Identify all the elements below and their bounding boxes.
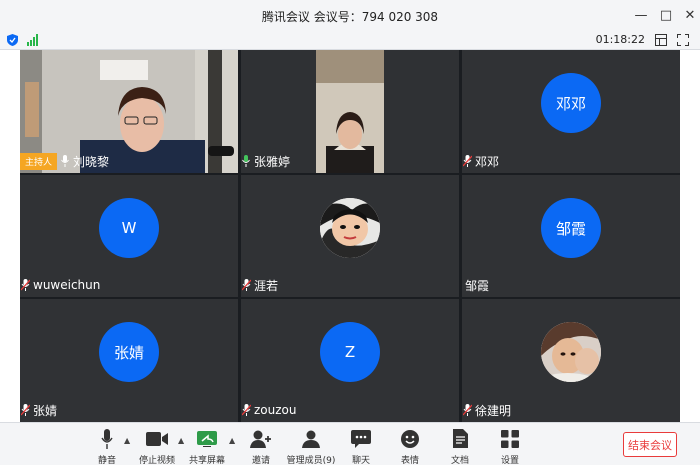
- participant-label: 邹霞: [465, 276, 489, 294]
- invite-label: 邀请: [251, 456, 270, 466]
- chat-label: 聊天: [351, 456, 370, 466]
- participant-tile[interactable]: W wuweichun: [20, 175, 238, 297]
- muted-microphone-icon: [241, 403, 251, 417]
- participant-label: 涯若: [241, 276, 278, 294]
- participant-name: zouzou: [254, 403, 297, 417]
- muted-microphone-icon: [20, 403, 30, 417]
- signal-icon[interactable]: [27, 34, 38, 46]
- participant-label: 张雅婷: [241, 152, 290, 170]
- fullscreen-icon[interactable]: [677, 34, 689, 46]
- manage-members-button[interactable]: 管理成员(9): [286, 428, 336, 466]
- shield-icon[interactable]: [7, 34, 18, 46]
- meeting-timer: 01:18:22: [595, 33, 645, 46]
- participant-name: 涯若: [254, 278, 279, 293]
- muted-microphone-icon: [20, 278, 30, 292]
- close-button[interactable]: ✕: [681, 6, 699, 24]
- participant-avatar: W: [99, 198, 159, 258]
- manage-members-label: 管理成员(9): [286, 456, 336, 466]
- participant-avatar: Z: [320, 322, 380, 382]
- maximize-button[interactable]: □: [657, 6, 675, 24]
- status-bar: 01:18:22: [0, 30, 700, 50]
- participant-avatar: 邹霞: [541, 198, 601, 258]
- documents-button[interactable]: 文档: [435, 428, 485, 466]
- participant-avatar: 邓邓: [541, 73, 601, 133]
- people-icon: [286, 428, 336, 449]
- grid-settings-icon: [485, 428, 535, 449]
- participant-label: 邓邓: [462, 152, 499, 170]
- participant-name: 邓邓: [475, 154, 500, 169]
- screen-share-icon: [182, 428, 232, 449]
- participant-avatar: [320, 198, 380, 258]
- video-feed: [316, 50, 384, 173]
- smiley-icon: [385, 428, 435, 449]
- layout-icon[interactable]: [655, 34, 667, 46]
- title-bar: 腾讯会议 会议号：794 020 308 — □ ✕: [0, 0, 700, 30]
- reactions-button[interactable]: 表情: [385, 428, 435, 466]
- participant-name: wuweichun: [33, 278, 101, 292]
- documents-label: 文档: [450, 456, 469, 466]
- minimize-button[interactable]: —: [632, 6, 650, 24]
- microphone-icon: [241, 154, 251, 168]
- participant-tile[interactable]: 邓邓 邓邓: [462, 50, 680, 173]
- participant-tile[interactable]: 邹霞 邹霞: [462, 175, 680, 297]
- participant-label: 徐建明: [462, 401, 511, 419]
- participant-name: 邹霞: [465, 278, 490, 293]
- participant-name: 张婧: [33, 403, 58, 418]
- share-options-caret[interactable]: ▲: [229, 436, 235, 445]
- participant-tile[interactable]: 张雅婷: [241, 50, 459, 173]
- mute-label: 静音: [97, 456, 116, 466]
- participant-tile[interactable]: Z zouzou: [241, 299, 459, 422]
- participant-tile[interactable]: 徐建明: [462, 299, 680, 422]
- end-meeting-button[interactable]: 结束会议: [623, 432, 677, 457]
- chat-bubble-icon: [336, 428, 386, 449]
- participant-label: 主持人 刘晓黎: [20, 152, 109, 170]
- stop-video-label: 停止视频: [138, 456, 175, 466]
- invite-button[interactable]: 邀请: [236, 428, 286, 466]
- muted-microphone-icon: [462, 403, 472, 417]
- chat-button[interactable]: 聊天: [336, 428, 386, 466]
- muted-microphone-icon: [241, 278, 251, 292]
- add-person-icon: [236, 428, 286, 449]
- stop-video-button[interactable]: 停止视频: [132, 428, 182, 466]
- mute-button[interactable]: 静音: [82, 428, 132, 466]
- meeting-toolbar: 静音 ▲ 停止视频 ▲ 共享屏幕 ▲ 邀请 管理成员(9) 聊天 表情 文档 设…: [0, 422, 700, 466]
- host-badge: 主持人: [20, 152, 58, 170]
- participant-avatar: [541, 322, 601, 382]
- participant-name: 刘晓黎: [73, 154, 110, 169]
- participant-label: wuweichun: [20, 276, 100, 294]
- muted-microphone-icon: [462, 154, 472, 168]
- microphone-icon: [60, 154, 70, 168]
- video-camera-icon: [132, 428, 182, 449]
- window-title: 腾讯会议 会议号：794 020 308: [261, 10, 439, 24]
- participant-avatar: 张婧: [99, 322, 159, 382]
- share-screen-button[interactable]: 共享屏幕: [182, 428, 232, 466]
- participant-tile[interactable]: 涯若: [241, 175, 459, 297]
- participant-tile[interactable]: 主持人 刘晓黎: [20, 50, 238, 173]
- participant-name: 徐建明: [475, 403, 512, 418]
- participant-tile[interactable]: 张婧 张婧: [20, 299, 238, 422]
- document-icon: [435, 428, 485, 449]
- settings-label: 设置: [500, 456, 519, 466]
- share-screen-label: 共享屏幕: [188, 456, 225, 466]
- mute-options-caret[interactable]: ▲: [124, 436, 130, 445]
- participant-label: 张婧: [20, 401, 57, 419]
- settings-button[interactable]: 设置: [485, 428, 535, 466]
- video-grid: 主持人 刘晓黎 张雅婷 邓邓 邓邓 W wuweichun 涯若 邹霞 邹霞 张…: [20, 50, 680, 422]
- participant-label: zouzou: [241, 401, 297, 419]
- participant-name: 张雅婷: [254, 154, 291, 169]
- reactions-label: 表情: [400, 456, 419, 466]
